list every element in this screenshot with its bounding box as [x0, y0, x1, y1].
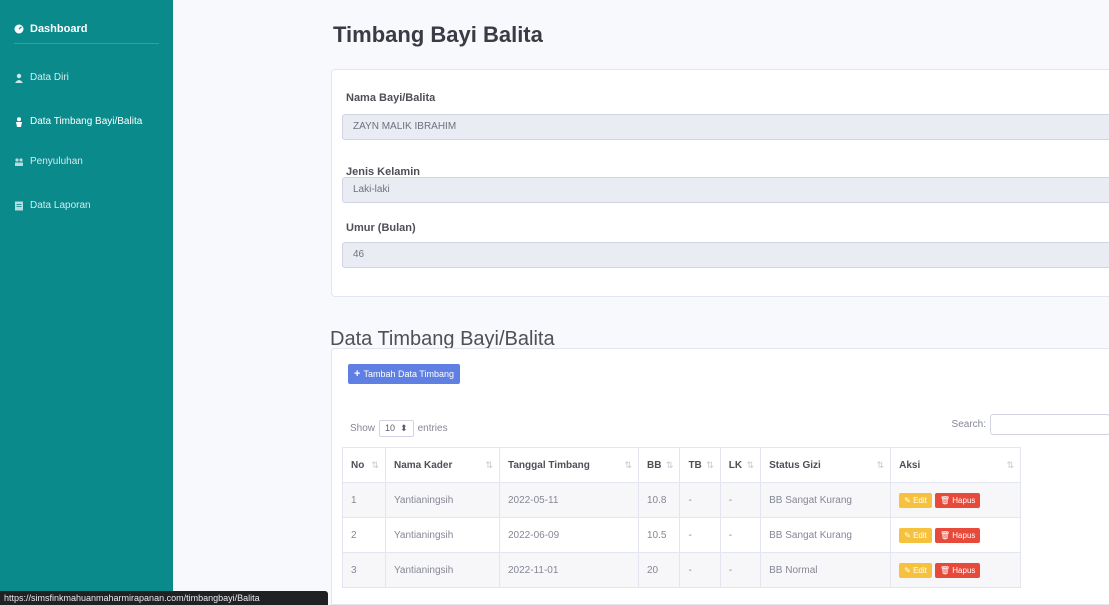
- edit-button[interactable]: ✎ Edit: [899, 492, 932, 508]
- cell-kader: Yantianingsih: [385, 482, 500, 518]
- data-table: No ⇅ Nama Kader ⇅ Tanggal Timbang ⇅ BB ⇅ TB ⇅…: [342, 447, 1022, 588]
- plus-icon: +: [354, 368, 361, 380]
- cell-aksi: ✎ Edit 🗑 Hapus: [890, 517, 1022, 553]
- select-arrows-icon: ⬍: [400, 423, 408, 433]
- th-tanggal[interactable]: Tanggal Timbang ⇅: [499, 447, 639, 483]
- th-tb[interactable]: TB ⇅: [679, 447, 721, 483]
- delete-button[interactable]: 🗑 Hapus: [934, 527, 981, 543]
- sidebar-divider: [14, 43, 159, 44]
- cell-no: 1: [342, 482, 386, 518]
- th-lk[interactable]: LK ⇅: [719, 447, 762, 483]
- edit-button[interactable]: ✎ Edit: [899, 562, 932, 578]
- cell-tanggal: 2022-06-09: [499, 517, 639, 553]
- delete-button[interactable]: 🗑 Hapus: [934, 492, 981, 508]
- search-input[interactable]: [990, 414, 1109, 435]
- table-row: 2 Yantianingsih 2022-06-09 10.5 - - BB S…: [342, 517, 1022, 553]
- sidebar-item-data-diri[interactable]: Data Diri: [0, 72, 69, 83]
- sort-icon: ⇅: [746, 460, 755, 470]
- delete-button[interactable]: 🗑 Hapus: [934, 562, 981, 578]
- browser-status-url: https://simsfinkmahuanmaharmirapanan.com…: [0, 591, 328, 605]
- edit-button[interactable]: ✎ Edit: [899, 527, 932, 543]
- entries-value: 10: [385, 423, 396, 433]
- sidebar-item-penyuluhan[interactable]: Penyuluhan: [0, 156, 83, 167]
- sort-icon: ⇅: [624, 460, 632, 470]
- main-content: Timbang Bayi Balita Nama Bayi/Balita ZAY…: [173, 0, 1109, 605]
- sort-icon: ⇅: [485, 460, 493, 470]
- table-header-row: No ⇅ Nama Kader ⇅ Tanggal Timbang ⇅ BB ⇅ TB ⇅…: [342, 447, 1022, 483]
- cell-status: BB Sangat Kurang: [760, 517, 892, 553]
- cell-lk: -: [719, 482, 762, 518]
- entries-label: entries: [417, 423, 448, 434]
- sort-icon: ⇅: [665, 460, 674, 470]
- cell-no: 3: [342, 552, 386, 588]
- nama-field[interactable]: ZAYN MALIK IBRAHIM: [342, 114, 1109, 140]
- cell-tb: -: [679, 552, 721, 588]
- users-icon: [15, 157, 23, 166]
- info-card: Nama Bayi/Balita ZAYN MALIK IBRAHIM Jeni…: [331, 69, 1109, 297]
- jenis-kelamin-field[interactable]: Laki-laki: [342, 177, 1109, 203]
- th-no[interactable]: No ⇅: [342, 447, 386, 483]
- cell-aksi: ✎ Edit 🗑 Hapus: [890, 482, 1022, 518]
- user-icon: [15, 73, 23, 83]
- page-title: Timbang Bayi Balita: [333, 22, 543, 47]
- th-status-gizi[interactable]: Status Gizi ⇅: [760, 447, 892, 483]
- cell-tb: -: [679, 482, 721, 518]
- cell-bb: 10.8: [637, 482, 681, 518]
- sort-icon: ⇅: [1006, 460, 1015, 470]
- cell-kader: Yantianingsih: [385, 517, 500, 553]
- cell-lk: -: [719, 552, 762, 588]
- sort-icon: ⇅: [706, 460, 714, 470]
- search-label: Search:: [951, 419, 986, 430]
- add-data-button[interactable]: + Tambah Data Timbang: [348, 364, 460, 384]
- cell-tanggal: 2022-11-01: [499, 552, 639, 588]
- show-label: Show: [350, 423, 376, 434]
- cell-aksi: ✎ Edit 🗑 Hapus: [890, 552, 1022, 588]
- sidebar: Dashboard Data Diri Data Timbang Bayi/Ba…: [0, 0, 173, 605]
- table-search: Search:: [952, 414, 1109, 435]
- cell-lk: -: [719, 517, 762, 553]
- th-aksi[interactable]: Aksi ⇅: [890, 447, 1022, 483]
- cell-tanggal: 2022-05-11: [499, 482, 639, 518]
- sort-icon: ⇅: [876, 460, 885, 470]
- th-bb[interactable]: BB ⇅: [637, 447, 681, 483]
- cell-status: BB Normal: [760, 552, 892, 588]
- sidebar-item-label: Data Diri: [30, 72, 69, 83]
- cell-no: 2: [342, 517, 386, 553]
- sort-icon: ⇅: [371, 460, 379, 470]
- baby-icon: [16, 116, 22, 127]
- sidebar-item-data-laporan[interactable]: Data Laporan: [0, 200, 91, 211]
- cell-kader: Yantianingsih: [385, 552, 500, 588]
- sidebar-item-label: Dashboard: [30, 22, 88, 35]
- cell-tb: -: [679, 517, 721, 553]
- sidebar-item-label: Data Timbang Bayi/Balita: [30, 116, 143, 127]
- cell-status: BB Sangat Kurang: [760, 482, 892, 518]
- umur-field[interactable]: 46: [342, 242, 1109, 268]
- umur-label: Umur (Bulan): [346, 222, 416, 234]
- th-nama-kader[interactable]: Nama Kader ⇅: [385, 447, 500, 483]
- entries-length: Show 10 ⬍ entries: [350, 420, 448, 437]
- cell-bb: 20: [637, 552, 681, 588]
- table-row: 3 Yantianingsih 2022-11-01 20 - - BB Nor…: [342, 552, 1022, 588]
- sidebar-item-dashboard[interactable]: Dashboard: [0, 0, 173, 43]
- table-card: + Tambah Data Timbang Show 10 ⬍ entries …: [331, 348, 1109, 605]
- tachometer-icon: [14, 24, 24, 33]
- add-data-label: Tambah Data Timbang: [363, 369, 454, 379]
- sidebar-item-label: Data Laporan: [30, 200, 91, 211]
- entries-select[interactable]: 10 ⬍: [379, 420, 414, 437]
- report-icon: [15, 201, 23, 210]
- cell-bb: 10.5: [637, 517, 681, 553]
- sidebar-item-label: Penyuluhan: [30, 156, 83, 167]
- sidebar-item-data-timbang[interactable]: Data Timbang Bayi/Balita: [0, 116, 142, 127]
- nama-label: Nama Bayi/Balita: [346, 92, 436, 104]
- table-row: 1 Yantianingsih 2022-05-11 10.8 - - BB S…: [342, 482, 1022, 518]
